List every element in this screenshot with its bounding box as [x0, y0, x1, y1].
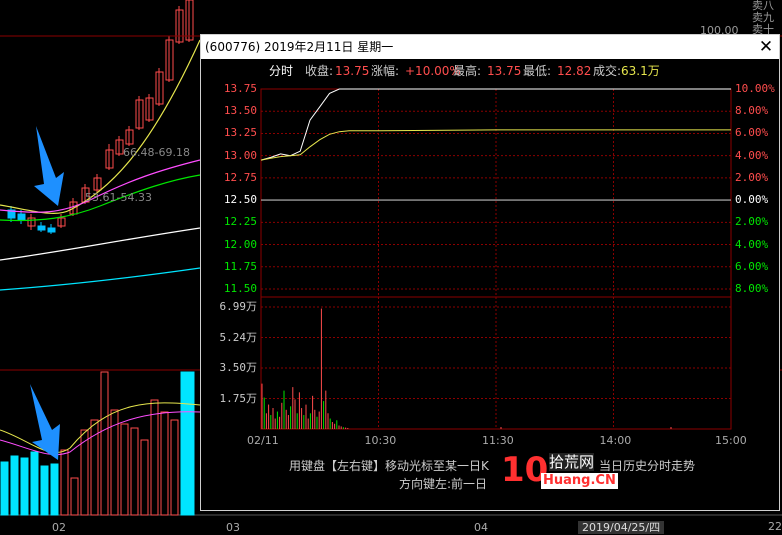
bg-volume-bar [60, 449, 69, 516]
date-label-03: 03 [226, 521, 240, 534]
time-tick-label: 11:30 [482, 434, 514, 447]
percent-tick-label: 8.00% [735, 282, 769, 295]
price-tick-label: 12.75 [223, 170, 257, 184]
price-tick-label: 13.00 [223, 148, 257, 162]
percent-tick-label: 0.00% [735, 193, 769, 207]
help-text-line1-tail: 当日历史分时走势 [599, 459, 696, 473]
price-tick-label: 11.50 [223, 282, 257, 295]
intraday-popup-window[interactable]: (600776) 2019年2月11日 星期一 ✕ 分时 收盘: 13.75 涨… [200, 34, 780, 511]
percent-tick-label: 4.00% [735, 148, 769, 162]
time-tick-label: 14:00 [599, 434, 632, 447]
percent-tick-label: 6.00% [735, 126, 769, 140]
ma-line-white [0, 227, 201, 261]
ma-label-2: 53.61-54.33 [85, 191, 152, 204]
order-book-label-1: 卖八 [752, 0, 774, 12]
kline-candle-body [37, 225, 46, 231]
bg-volume-bar [186, 371, 195, 516]
percent-tick-label: 6.00% [735, 259, 769, 273]
price-tick-label: 13.25 [223, 126, 257, 140]
ma-line-yellow [0, 39, 201, 214]
date-label-02: 02 [52, 521, 66, 534]
status-date: 2019/04/25/四 [578, 521, 665, 534]
order-book-label-2: 卖九 [752, 11, 774, 24]
price-tick-label: 12.50 [223, 193, 257, 207]
price-tick-label: 12.25 [223, 215, 257, 229]
percent-tick-label: 10.00% [735, 82, 775, 95]
bg-volume-bar [50, 463, 59, 516]
volume-tick-label: 1.75万 [219, 391, 258, 405]
percent-tick-label: 2.00% [735, 215, 769, 229]
bg-volume-bar [100, 371, 109, 516]
percent-tick-label: 8.00% [735, 104, 769, 118]
help-text-line2: 方向键左:前一日 [399, 477, 488, 491]
bg-volume-bar [40, 465, 49, 516]
blue-arrow-lower [30, 384, 60, 460]
ma-label-1: 66.48-69.18 [123, 146, 190, 159]
bg-volume-bar [160, 411, 169, 516]
time-tick-label: 15:00 [715, 434, 747, 447]
bg-volume-bar [10, 455, 19, 516]
time-tick-label: 02/11 [247, 434, 279, 447]
watermark-site-name: 拾荒网 [549, 453, 595, 471]
kline-candle-body [17, 213, 26, 221]
volume-tick-label: 5.24万 [219, 330, 258, 344]
price-tick-label: 13.75 [223, 82, 257, 95]
bg-volume-bar [130, 427, 139, 516]
date-label-04: 04 [474, 521, 488, 534]
bg-volume-bar [70, 477, 79, 516]
bg-volume-bar [0, 461, 9, 516]
percent-tick-label: 4.00% [735, 237, 769, 251]
blue-arrow-upper [34, 126, 64, 206]
volume-tick-label: 3.50万 [219, 361, 258, 374]
status-page-number: 22 [768, 520, 782, 533]
volume-tick-label: 6.99万 [219, 300, 258, 313]
watermark-url: Huang.CN [541, 473, 618, 489]
bg-volume-bar [120, 423, 129, 516]
ma-line-cyan [0, 267, 201, 291]
bg-volume-bar [150, 399, 159, 516]
bg-volume-bar [30, 451, 39, 516]
percent-tick-label: 2.00% [735, 170, 769, 184]
bg-vol-ma-yellow [0, 402, 201, 453]
time-tick-label: 10:30 [364, 434, 397, 447]
ma-line-magenta [0, 159, 201, 213]
price-tick-label: 11.75 [223, 259, 257, 273]
kline-candle-body [47, 227, 56, 233]
price-tick-label: 13.50 [223, 104, 257, 118]
bg-volume-bar [20, 457, 29, 516]
bg-vol-ma-magenta [0, 411, 201, 456]
help-text-line1: 用键盘【左右键】移动光标至某一日K [289, 459, 489, 473]
bg-volume-bar [140, 439, 149, 516]
watermark-logo: 10 拾荒网 Huang.CN [501, 451, 618, 495]
bg-volume-bar [170, 419, 179, 516]
price-tick-label: 12.00 [223, 237, 257, 251]
